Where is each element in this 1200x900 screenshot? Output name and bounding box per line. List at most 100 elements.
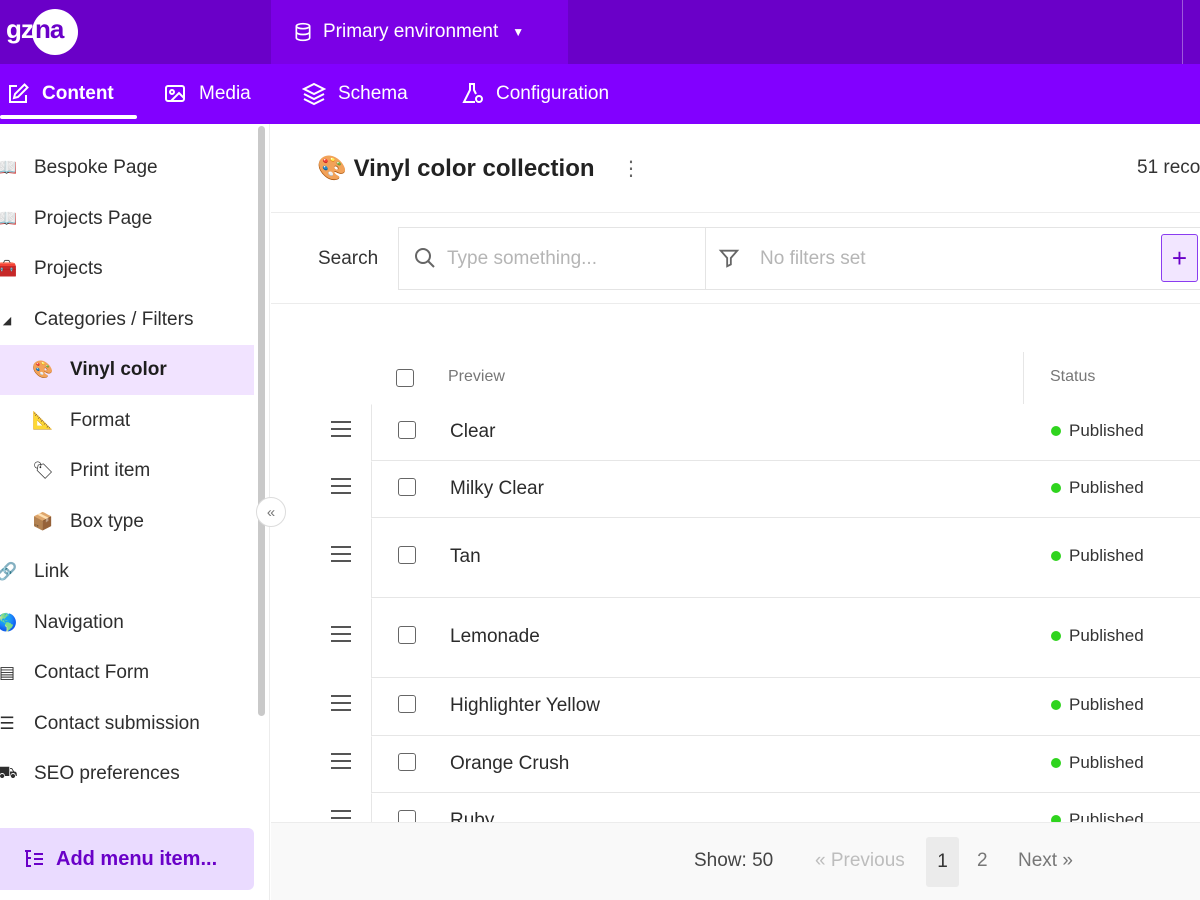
row-name[interactable]: Lemonade (450, 626, 540, 648)
double-chevron-left-icon: « (266, 503, 276, 521)
row-checkbox[interactable] (398, 421, 416, 439)
open-book-icon: 📖 (0, 209, 18, 229)
drag-handle-icon[interactable] (331, 478, 353, 494)
select-all-checkbox[interactable] (396, 369, 414, 387)
flask-gear-icon (462, 83, 483, 103)
sidebar-item-navigation[interactable]: 🌎 Navigation (0, 598, 254, 648)
table-row[interactable]: Highlighter Yellow Published (271, 678, 1200, 736)
drag-handle-icon[interactable] (331, 421, 353, 437)
status-dot-icon (1051, 483, 1061, 493)
open-book-icon: 📖 (0, 158, 18, 178)
main-nav: Content Media Schema Configuration (0, 64, 1200, 124)
next-page-link[interactable]: Next » (1018, 850, 1073, 872)
image-icon (165, 85, 185, 102)
sidebar-item-label: Bespoke Page (34, 157, 158, 178)
sidebar-item-contact-form[interactable]: ▤ Contact Form (0, 648, 254, 698)
add-menu-item-label: Add menu item... (56, 847, 218, 870)
sidebar-item-contact-submission[interactable]: ☰ Contact submission (0, 699, 254, 749)
nav-media[interactable]: Media (163, 64, 251, 124)
search-field-container (398, 227, 705, 290)
status-text: Published (1069, 421, 1144, 440)
status-text: Published (1069, 626, 1144, 645)
table-row[interactable]: Ruby Published (271, 793, 1200, 823)
sidebar-item-categories-filters[interactable]: ◢ Categories / Filters (0, 295, 254, 345)
column-header-status[interactable]: Status (1050, 368, 1095, 386)
edit-icon (9, 83, 29, 103)
sidebar-scrollbar[interactable] (258, 126, 265, 716)
sidebar-item-seo-preferences[interactable]: ⛟ SEO preferences (0, 749, 254, 799)
row-checkbox[interactable] (398, 626, 416, 644)
filter-status: No filters set (760, 248, 866, 269)
palette-icon: 🎨 (32, 360, 54, 379)
environment-selector[interactable]: Primary environment ▼ (271, 0, 568, 64)
search-input[interactable] (447, 243, 697, 275)
row-checkbox[interactable] (398, 546, 416, 564)
table-row[interactable]: Milky Clear Published (271, 461, 1200, 518)
table-row[interactable]: Lemonade Published (271, 598, 1200, 678)
sidebar-item-projects-page[interactable]: 📖 Projects Page (0, 194, 254, 244)
sidebar-item-format[interactable]: 📐 Format (0, 396, 254, 446)
page-size-selector[interactable]: Show: 50 (694, 850, 773, 872)
nav-configuration[interactable]: Configuration (460, 64, 609, 124)
logo[interactable]: na gz (0, 0, 270, 64)
status-badge: Published (1051, 753, 1144, 773)
drag-handle-icon[interactable] (331, 626, 353, 642)
sidebar-item-vinyl-color[interactable]: 🎨 Vinyl color (0, 345, 254, 395)
table-row[interactable]: Clear Published (271, 404, 1200, 461)
status-text: Published (1069, 478, 1144, 497)
row-name[interactable]: Clear (450, 421, 495, 443)
row-checkbox[interactable] (398, 478, 416, 496)
status-dot-icon (1051, 426, 1061, 436)
row-checkbox[interactable] (398, 753, 416, 771)
status-text: Published (1069, 753, 1144, 772)
link-icon: 🔗 (0, 562, 18, 582)
drag-handle-icon[interactable] (331, 695, 353, 711)
status-text: Published (1069, 695, 1144, 714)
row-name[interactable]: Milky Clear (450, 478, 544, 500)
triangular-ruler-icon: 📐 (32, 411, 54, 430)
status-badge: Published (1051, 478, 1144, 498)
caret-down-icon: ▼ (512, 25, 525, 39)
sidebar-item-label: Projects (34, 258, 103, 279)
collapse-sidebar-button[interactable]: « (256, 497, 286, 527)
status-dot-icon (1051, 631, 1061, 641)
row-name[interactable]: Orange Crush (450, 753, 569, 775)
sidebar-item-box-type[interactable]: 📦 Box type (0, 497, 254, 547)
sidebar-item-label: Projects Page (34, 208, 153, 229)
more-options-icon[interactable]: ⋮ (621, 156, 641, 181)
table-row[interactable]: Orange Crush Published (271, 736, 1200, 793)
page-2-button[interactable]: 2 (977, 850, 988, 872)
column-header-preview[interactable]: Preview (448, 368, 505, 386)
add-filter-button[interactable]: + (1161, 234, 1198, 282)
main-panel: 🎨 Vinyl color collection ⋮ 51 records Se… (271, 124, 1200, 900)
previous-page-link[interactable]: « Previous (815, 850, 905, 872)
page-1-button[interactable]: 1 (926, 837, 959, 887)
form-icon: ▤ (0, 663, 16, 682)
sidebar-item-link[interactable]: 🔗 Link (0, 547, 254, 597)
sidebar-item-bespoke-page[interactable]: 📖 Bespoke Page (0, 143, 254, 193)
filter-icon (718, 249, 740, 268)
status-badge: Published (1051, 626, 1144, 646)
database-icon (295, 22, 311, 42)
row-name[interactable]: Tan (450, 546, 481, 568)
add-menu-item-button[interactable]: Add menu item... (0, 828, 254, 890)
sidebar-item-label: Contact Form (34, 662, 150, 683)
status-dot-icon (1051, 758, 1061, 768)
filter-container: No filters set + (705, 227, 1200, 290)
drag-handle-icon[interactable] (331, 753, 353, 769)
topbar-divider (1182, 0, 1183, 64)
drag-handle-icon[interactable] (331, 546, 353, 562)
sidebar-item-label: SEO preferences (34, 763, 180, 784)
sidebar-item-projects[interactable]: 🧰 Projects (0, 244, 254, 294)
row-checkbox[interactable] (398, 695, 416, 713)
sidebar-item-label: Categories / Filters (34, 309, 194, 330)
list-icon: ☰ (0, 714, 15, 733)
status-badge: Published (1051, 421, 1144, 441)
nav-schema[interactable]: Schema (302, 64, 408, 124)
sidebar-item-print-item[interactable]: 🏷 Print item (0, 446, 254, 496)
row-name[interactable]: Highlighter Yellow (450, 695, 600, 717)
toolbox-outline-icon: ⛟ (0, 763, 18, 785)
table-row[interactable]: Tan Published (271, 518, 1200, 598)
column-divider[interactable] (1023, 352, 1024, 404)
sidebar-item-label: Format (70, 410, 131, 431)
